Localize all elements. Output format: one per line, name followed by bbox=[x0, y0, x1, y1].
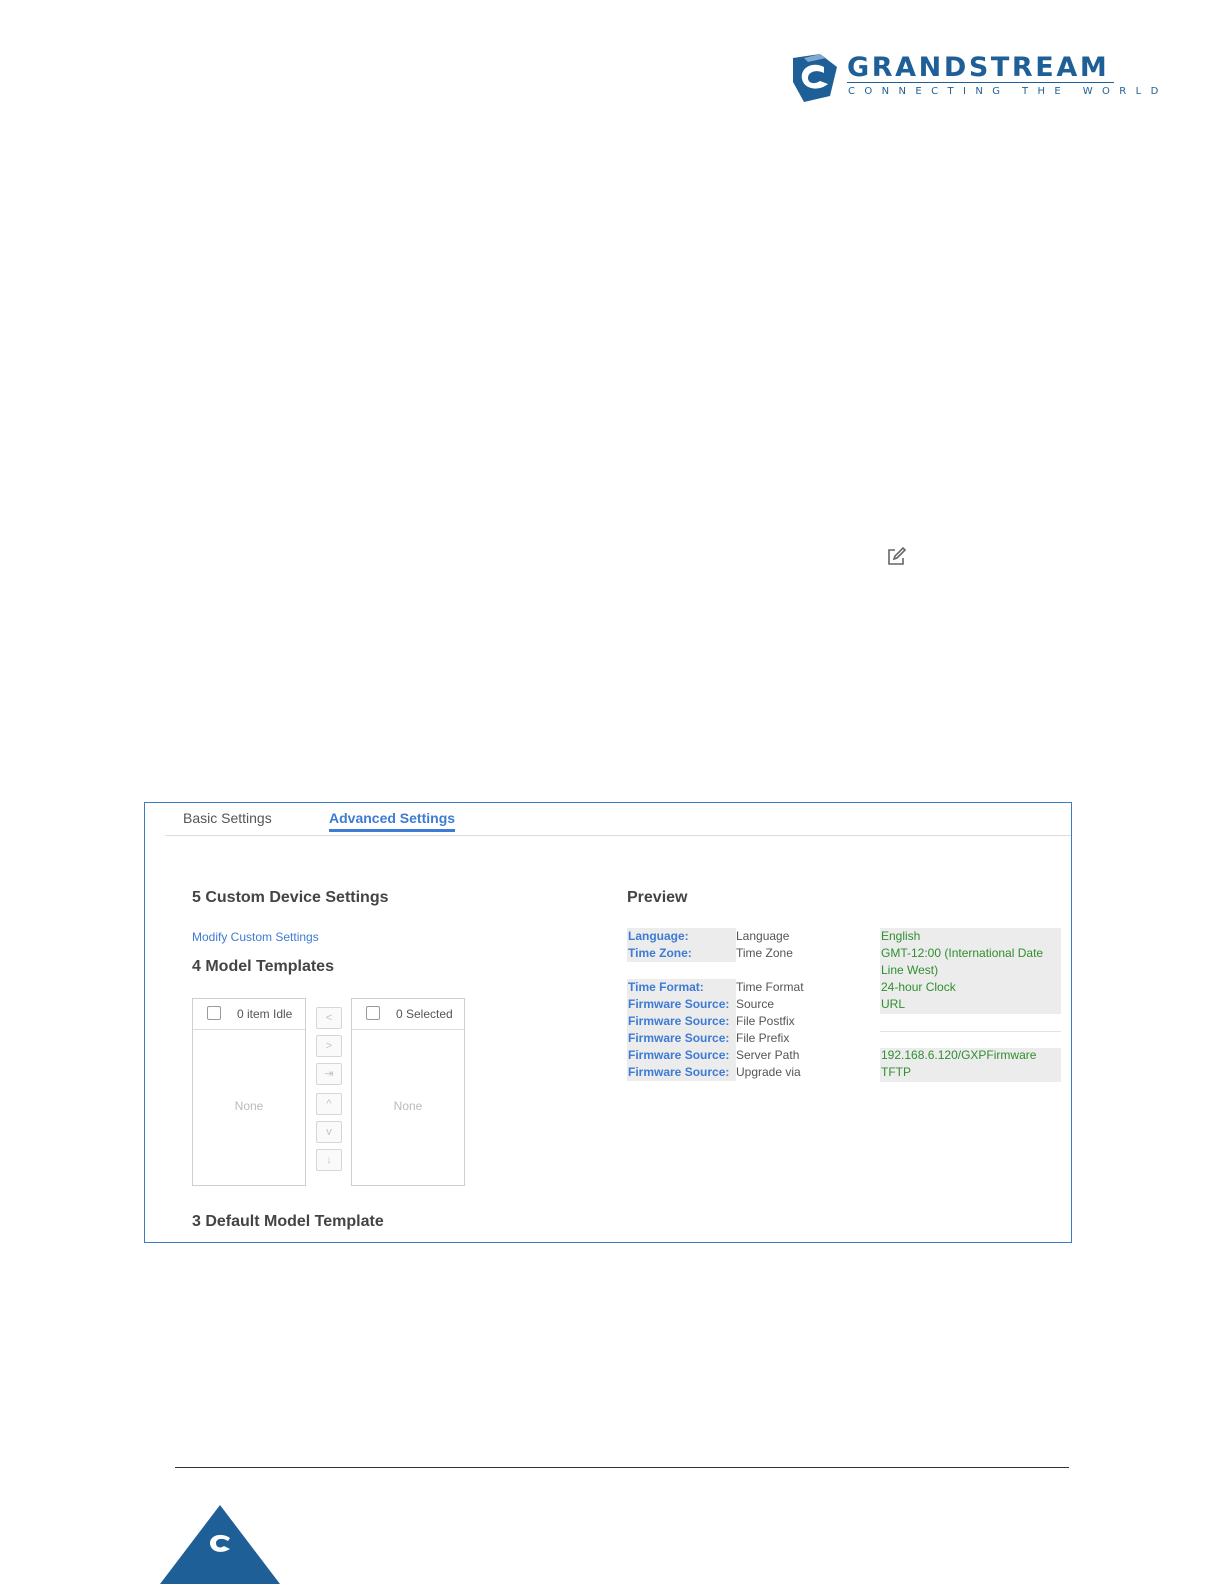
preview-heading: Preview bbox=[627, 889, 688, 906]
preview-value-upgrade-via: TFTP bbox=[881, 1065, 911, 1079]
idle-list-header: 0 item Idle bbox=[193, 999, 305, 1030]
idle-list: 0 item Idle None bbox=[192, 998, 306, 1186]
preview-key: Firmware Source: bbox=[627, 1064, 736, 1081]
move-down-button[interactable]: v bbox=[316, 1121, 342, 1143]
preview-divider bbox=[880, 1031, 1061, 1032]
preview-key: Firmware Source: bbox=[627, 1013, 736, 1030]
preview-key: Time Format: bbox=[627, 979, 736, 996]
preview-label: Upgrade via bbox=[736, 1065, 801, 1079]
preview-key: Firmware Source: bbox=[627, 996, 736, 1013]
move-right-button[interactable]: > bbox=[316, 1035, 342, 1057]
custom-device-settings-heading: 5 Custom Device Settings bbox=[192, 889, 389, 906]
move-up-button[interactable]: ^ bbox=[316, 1093, 342, 1115]
modify-custom-settings-link[interactable]: Modify Custom Settings bbox=[192, 930, 319, 944]
default-model-template-heading: 3 Default Model Template bbox=[192, 1213, 384, 1230]
move-top-button[interactable]: ⇥ bbox=[316, 1063, 342, 1085]
preview-value-server-path: 192.168.6.120/GXPFirmware bbox=[881, 1048, 1037, 1062]
preview-value-timezone-cont: Line West) bbox=[881, 963, 939, 977]
preview-key: Firmware Source: bbox=[627, 1047, 736, 1064]
idle-select-all-checkbox[interactable] bbox=[207, 1006, 221, 1020]
brand-tagline: CONNECTING THE WORLD bbox=[848, 86, 1168, 97]
preview-key: Language: bbox=[627, 928, 736, 945]
preview-value-timezone: GMT-12:00 (International Date bbox=[881, 946, 1044, 960]
preview-label: Time Format bbox=[736, 980, 804, 994]
preview-label: Time Zone bbox=[736, 946, 793, 960]
selected-list-empty: None bbox=[393, 1099, 423, 1113]
footer-rule bbox=[175, 1467, 1069, 1468]
selected-select-all-checkbox[interactable] bbox=[366, 1006, 380, 1020]
idle-list-title: 0 item Idle bbox=[237, 1007, 293, 1021]
grandstream-mark-icon bbox=[793, 54, 837, 102]
selected-list: 0 Selected None bbox=[351, 998, 465, 1186]
edit-icon[interactable] bbox=[885, 546, 907, 568]
move-bottom-button[interactable]: ↓ bbox=[316, 1149, 342, 1171]
move-left-button[interactable]: < bbox=[316, 1007, 342, 1029]
selected-list-title: 0 Selected bbox=[396, 1007, 453, 1021]
grandstream-mark-icon bbox=[160, 1505, 280, 1584]
tab-advanced-settings[interactable]: Advanced Settings bbox=[329, 810, 456, 832]
preview-value-source: URL bbox=[881, 997, 906, 1011]
selected-list-header: 0 Selected bbox=[352, 999, 464, 1030]
preview-label: File Prefix bbox=[736, 1031, 790, 1045]
preview-value-time-format: 24-hour Clock bbox=[881, 980, 956, 994]
preview-label: Source bbox=[736, 997, 775, 1011]
preview-value-language: English bbox=[881, 929, 921, 943]
preview-key: Firmware Source: bbox=[627, 1030, 736, 1047]
tab-basic-settings[interactable]: Basic Settings bbox=[183, 810, 272, 826]
logo-rule bbox=[847, 82, 1114, 83]
idle-list-empty: None bbox=[234, 1099, 264, 1113]
preview-key: Time Zone: bbox=[627, 945, 736, 962]
preview-label: Server Path bbox=[736, 1048, 800, 1062]
preview-label: File Postfix bbox=[736, 1014, 795, 1028]
grandstream-logo: GRANDSTREAM CONNECTING THE WORLD bbox=[790, 52, 1158, 106]
model-templates-heading: 4 Model Templates bbox=[192, 958, 334, 975]
preview-label: Language bbox=[736, 929, 790, 943]
template-settings-panel: Basic Settings Advanced Settings 5 Custo… bbox=[144, 802, 1072, 1243]
brand-name: GRANDSTREAM bbox=[847, 52, 1110, 83]
tab-bar: Basic Settings Advanced Settings bbox=[165, 803, 1071, 836]
